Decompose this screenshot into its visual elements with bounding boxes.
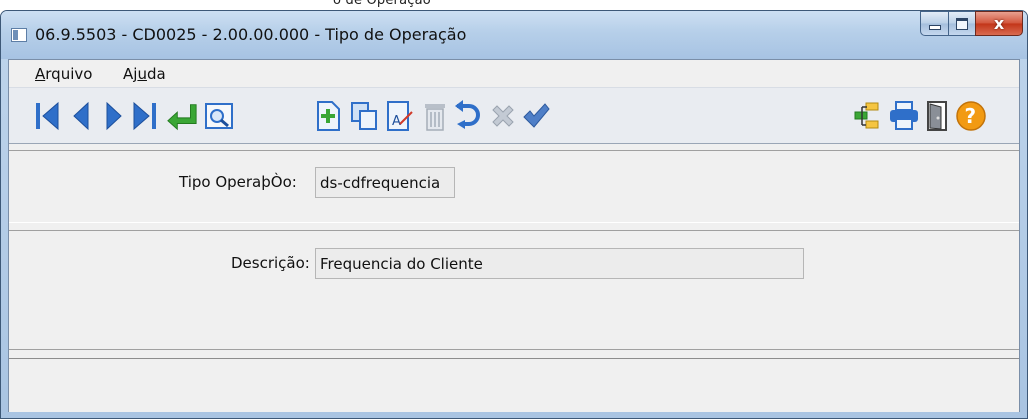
menu-ajuda[interactable]: Ajuda (123, 65, 166, 83)
svg-text:A: A (392, 114, 401, 129)
menu-bar: Arquivo Ajuda (9, 60, 1019, 88)
close-button[interactable]: x (975, 11, 1023, 36)
app-icon[interactable] (11, 28, 27, 42)
descricao-panel: Descrição: Frequencia do Cliente (9, 230, 1019, 350)
undo-icon[interactable] (453, 100, 485, 132)
client-area: Arquivo Ajuda A ? Tipo OperaþÒo: ds-cdfr… (8, 59, 1020, 412)
minimize-icon (928, 25, 941, 30)
delete-icon[interactable] (419, 100, 451, 132)
background-window-title-fragment: o de Operação (333, 0, 431, 8)
tipo-operacao-field[interactable]: ds-cdfrequencia (315, 167, 455, 198)
background-strip: o de Operação (0, 0, 1028, 10)
exit-icon[interactable] (922, 100, 954, 132)
print-icon[interactable] (888, 100, 920, 132)
menu-arquivo-label: rquivo (45, 65, 93, 83)
app-window: 06.9.5503 - CD0025 - 2.00.00.000 - Tipo … (0, 10, 1028, 419)
maximize-button[interactable] (948, 11, 975, 36)
status-bar (9, 358, 1019, 412)
window-controls: x (920, 11, 1023, 36)
new-icon[interactable] (313, 100, 345, 132)
menu-ajuda-label-end: da (146, 65, 166, 83)
next-record-icon[interactable] (98, 100, 130, 132)
confirm-icon[interactable] (520, 100, 552, 132)
last-record-icon[interactable] (129, 100, 161, 132)
descricao-field[interactable]: Frequencia do Cliente (315, 248, 804, 279)
help-icon[interactable]: ? (955, 100, 987, 132)
previous-record-icon[interactable] (65, 100, 97, 132)
tipo-operacao-panel: Tipo OperaþÒo: ds-cdfrequencia (9, 150, 1019, 223)
svg-text:?: ? (965, 104, 977, 128)
menu-arquivo[interactable]: Arquivo (35, 65, 92, 83)
title-bar[interactable]: 06.9.5503 - CD0025 - 2.00.00.000 - Tipo … (1, 11, 1027, 59)
cancel-icon[interactable] (487, 100, 519, 132)
menu-ajuda-label-start: Aj (123, 65, 138, 83)
edit-icon[interactable]: A (384, 100, 416, 132)
first-record-icon[interactable] (31, 100, 63, 132)
search-icon[interactable] (203, 100, 235, 132)
window-title: 06.9.5503 - CD0025 - 2.00.00.000 - Tipo … (35, 25, 467, 44)
copy-icon[interactable] (348, 100, 380, 132)
tree-icon[interactable] (851, 100, 883, 132)
maximize-icon (956, 17, 968, 30)
go-to-icon[interactable] (166, 100, 198, 132)
toolbar: A ? (9, 88, 1019, 144)
menu-ajuda-mnemonic: u (137, 65, 147, 83)
tipo-operacao-label: Tipo OperaþÒo: (179, 173, 297, 191)
descricao-label: Descrição: (231, 254, 310, 272)
close-icon: x (993, 14, 1005, 33)
menu-arquivo-mnemonic: A (35, 65, 46, 83)
minimize-button[interactable] (920, 11, 948, 36)
